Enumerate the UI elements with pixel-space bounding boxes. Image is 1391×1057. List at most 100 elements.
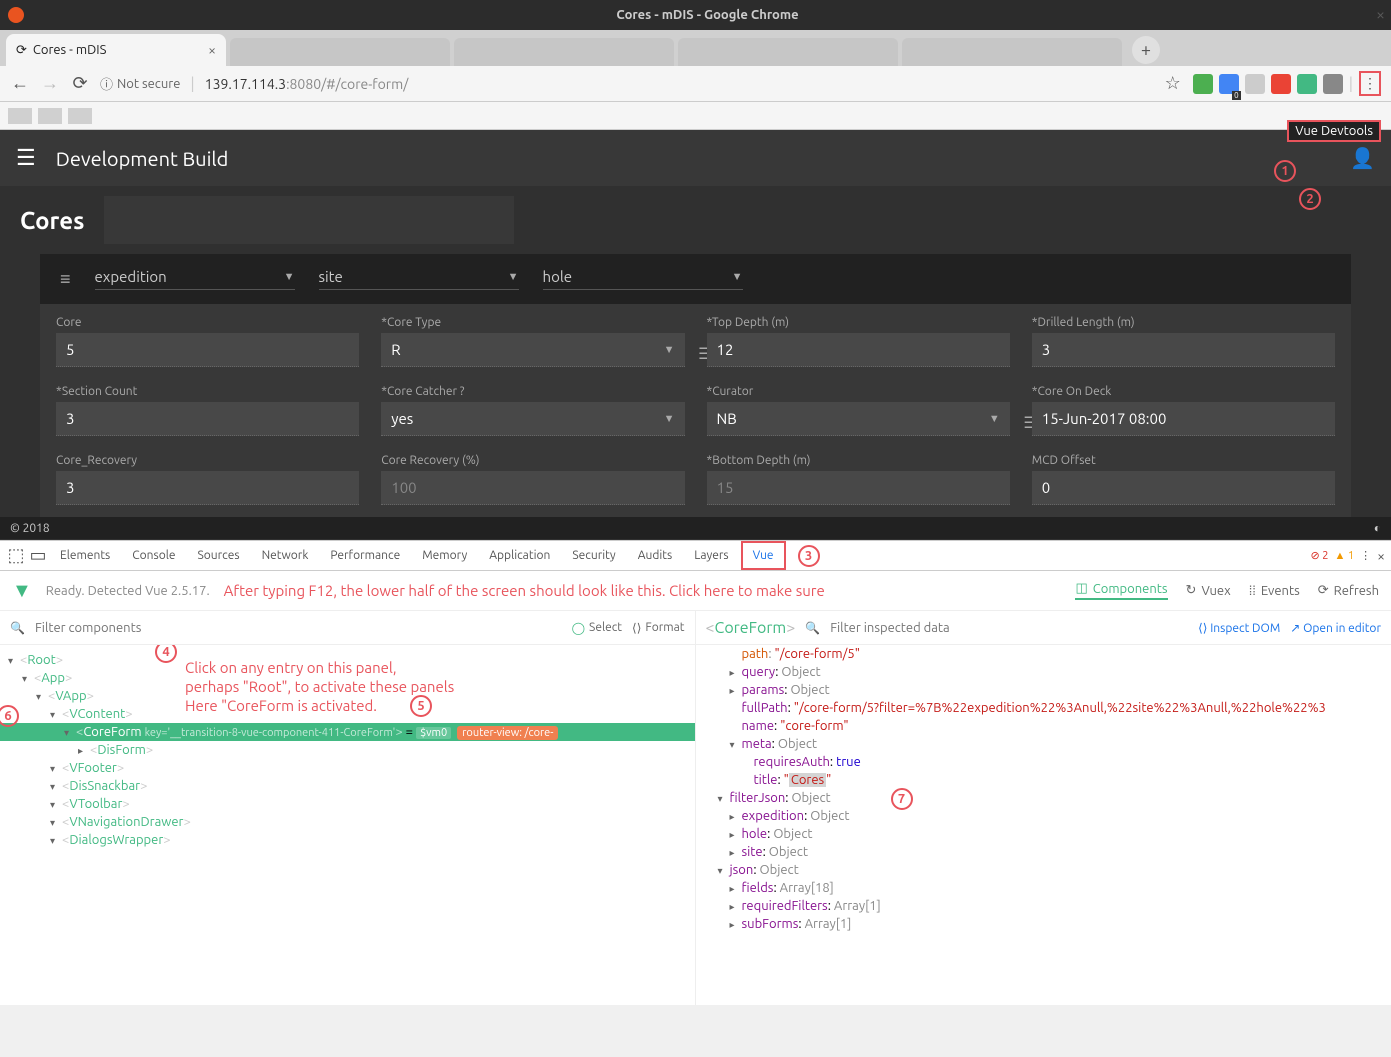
app-toolbar: ☰ Development Build 👤 — [0, 130, 1391, 186]
field-top-depth[interactable]: *Top Depth (m) 12 — [707, 316, 1010, 367]
filter-icon: ≡ — [60, 269, 71, 290]
chrome-menu-button[interactable]: ⋮ — [1359, 71, 1381, 96]
field-section-count[interactable]: *Section Count 3 — [56, 385, 359, 436]
tree-node-vapp[interactable]: ▾<VApp> — [0, 687, 695, 705]
filter-hole[interactable]: hole▼ — [543, 268, 743, 290]
vue-nav-vuex[interactable]: ↻ Vuex — [1186, 581, 1231, 600]
window-title: Cores - mDIS - Google Chrome — [32, 8, 1383, 22]
page-title: Cores — [20, 207, 84, 234]
vue-nav-refresh[interactable]: ⟳ Refresh — [1318, 581, 1379, 600]
contrast-toggle-icon[interactable]: ◐ — [1374, 521, 1381, 535]
dt-tab-elements[interactable]: Elements — [50, 543, 120, 568]
search-slot[interactable] — [104, 196, 514, 244]
tree-node-vnavigationdrawer[interactable]: ▾<VNavigationDrawer> — [0, 813, 695, 831]
ext-icon[interactable] — [1271, 74, 1291, 94]
filter-components-input[interactable] — [35, 621, 562, 635]
filter-inspected-input[interactable] — [830, 621, 1188, 635]
field-core-type[interactable]: *Core Type R▼ ☰ — [381, 316, 684, 367]
reload-button[interactable]: ⟳ — [70, 73, 90, 94]
dt-tab-performance[interactable]: Performance — [320, 543, 410, 568]
warning-count: ▲ 1 — [1334, 550, 1354, 562]
browser-tab-active[interactable]: ⟳ Cores - mDIS × — [6, 34, 226, 66]
dt-tab-network[interactable]: Network — [252, 543, 319, 568]
ext-icon[interactable] — [1323, 74, 1343, 94]
hamburger-icon[interactable]: ☰ — [16, 145, 36, 171]
ext-vue-icon[interactable] — [1297, 74, 1317, 94]
devtools-tabbar: ⬚ ▭ Elements Console Sources Network Per… — [0, 541, 1391, 571]
format-tool[interactable]: ⟨⟩ Format — [632, 621, 684, 635]
tree-node-dialogswrapper[interactable]: ▾<DialogsWrapper> — [0, 831, 695, 849]
inspect-dom-link[interactable]: ⟨⟩ Inspect DOM — [1198, 621, 1280, 635]
filter-expedition[interactable]: expedition▼ — [95, 268, 295, 290]
search-icon: 🔍 — [805, 621, 820, 635]
tab-close-icon[interactable]: × — [208, 42, 216, 58]
select-tool[interactable]: ◯ Select — [572, 621, 622, 635]
bookmark-item[interactable] — [68, 108, 92, 124]
window-titlebar: Cores - mDIS - Google Chrome — [0, 0, 1391, 30]
back-button[interactable]: ← — [10, 73, 30, 94]
dt-tab-application[interactable]: Application — [479, 543, 560, 568]
browser-tab-inactive[interactable]: × — [902, 38, 1122, 66]
app-footer: © 2018 ◐ — [0, 517, 1391, 539]
url-field[interactable]: 139.17.114.3:8080/#/core-form/ — [205, 76, 1153, 92]
window-close-button[interactable] — [8, 7, 24, 23]
field-core[interactable]: Core 5 — [56, 316, 359, 367]
dt-tab-security[interactable]: Security — [562, 543, 625, 568]
dt-tab-sources[interactable]: Sources — [187, 543, 249, 568]
tree-node-vcontent[interactable]: ▾<VContent> — [0, 705, 695, 723]
filter-site[interactable]: site▼ — [319, 268, 519, 290]
user-profile-icon[interactable]: 👤 — [1350, 146, 1375, 170]
tree-node-vfooter[interactable]: ▾<VFooter> — [0, 759, 695, 777]
bookmark-item[interactable] — [38, 108, 62, 124]
browser-tab-inactive[interactable] — [454, 38, 674, 66]
tree-node-vtoolbar[interactable]: ▾<VToolbar> — [0, 795, 695, 813]
field-core-catcher[interactable]: *Core Catcher ? yes▼ — [381, 385, 684, 436]
field-core-recovery-pct: Core Recovery (%) 100 — [381, 454, 684, 505]
dt-tab-console[interactable]: Console — [122, 543, 185, 568]
search-icon: 🔍 — [10, 621, 25, 635]
devtools-close-icon[interactable]: × — [1377, 548, 1385, 564]
inspect-body[interactable]: path: "/core-form/5" ▸query: Object ▸par… — [696, 645, 1391, 1005]
ext-evernote-icon[interactable] — [1193, 74, 1213, 94]
dt-tab-vue[interactable]: Vue — [741, 541, 786, 570]
annotation-3: 3 — [798, 545, 820, 567]
security-badge[interactable]: ⓘ Not secure — [100, 74, 180, 93]
field-mcd-offset[interactable]: MCD Offset 0 — [1032, 454, 1335, 505]
field-curator[interactable]: *Curator NB▼ ☰ — [707, 385, 1010, 436]
browser-tab-inactive[interactable] — [230, 38, 450, 66]
field-bottom-depth: *Bottom Depth (m) 15 — [707, 454, 1010, 505]
tree-node-coreform[interactable]: ▾<CoreForm key='__transition-8-vue-compo… — [0, 723, 695, 741]
dt-tab-audits[interactable]: Audits — [628, 543, 683, 568]
inspect-title: <CoreForm> — [706, 619, 796, 637]
filter-bar: ≡ expedition▼ site▼ hole▼ — [40, 254, 1351, 304]
instruction-annotation: After typing F12, the lower half of the … — [224, 582, 1062, 599]
field-core-recovery[interactable]: Core_Recovery 3 — [56, 454, 359, 505]
devtools-inspect-icon[interactable]: ⬚ — [6, 545, 26, 566]
ext-translate-icon[interactable]: 0 — [1219, 74, 1239, 94]
bookmark-star-icon[interactable]: ☆ — [1163, 73, 1183, 94]
devtools-device-icon[interactable]: ▭ — [28, 545, 48, 566]
ext-icon[interactable] — [1245, 74, 1265, 94]
open-editor-link[interactable]: ↗ Open in editor — [1290, 621, 1381, 635]
tree-node-root[interactable]: ▾<Root> — [0, 651, 695, 669]
bookmarks-bar — [0, 102, 1391, 130]
vue-logo-icon: ▼ — [12, 578, 32, 603]
vue-nav-events[interactable]: ⁞⁞ Events — [1249, 581, 1300, 600]
devtools-more-icon[interactable]: ⋮ — [1360, 549, 1371, 562]
dt-tab-layers[interactable]: Layers — [684, 543, 738, 568]
browser-tab-inactive[interactable] — [678, 38, 898, 66]
field-core-on-deck[interactable]: *Core On Deck 15-Jun-2017 08:00 — [1032, 385, 1335, 436]
new-tab-button[interactable]: + — [1132, 36, 1160, 64]
tab-title: Cores - mDIS — [33, 43, 107, 57]
extension-icons: 0 | ⋮ — [1193, 71, 1381, 96]
vue-nav-components[interactable]: ◫ Components — [1075, 581, 1167, 600]
tree-node-dissnackbar[interactable]: ▾<DisSnackbar> — [0, 777, 695, 795]
bookmark-item[interactable] — [8, 108, 32, 124]
dt-tab-memory[interactable]: Memory — [412, 543, 477, 568]
field-drilled-length[interactable]: *Drilled Length (m) 3 — [1032, 316, 1335, 367]
tree-node-app[interactable]: ▾<App> — [0, 669, 695, 687]
form-grid: Core 5 *Core Type R▼ ☰ *Top Depth (m) 12… — [40, 304, 1351, 517]
error-count: ⊘ 2 — [1310, 549, 1328, 562]
tree-node-disform[interactable]: ▸<DisForm> — [0, 741, 695, 759]
component-tree[interactable]: 4 Click on any entry on this panel, perh… — [0, 645, 695, 1005]
